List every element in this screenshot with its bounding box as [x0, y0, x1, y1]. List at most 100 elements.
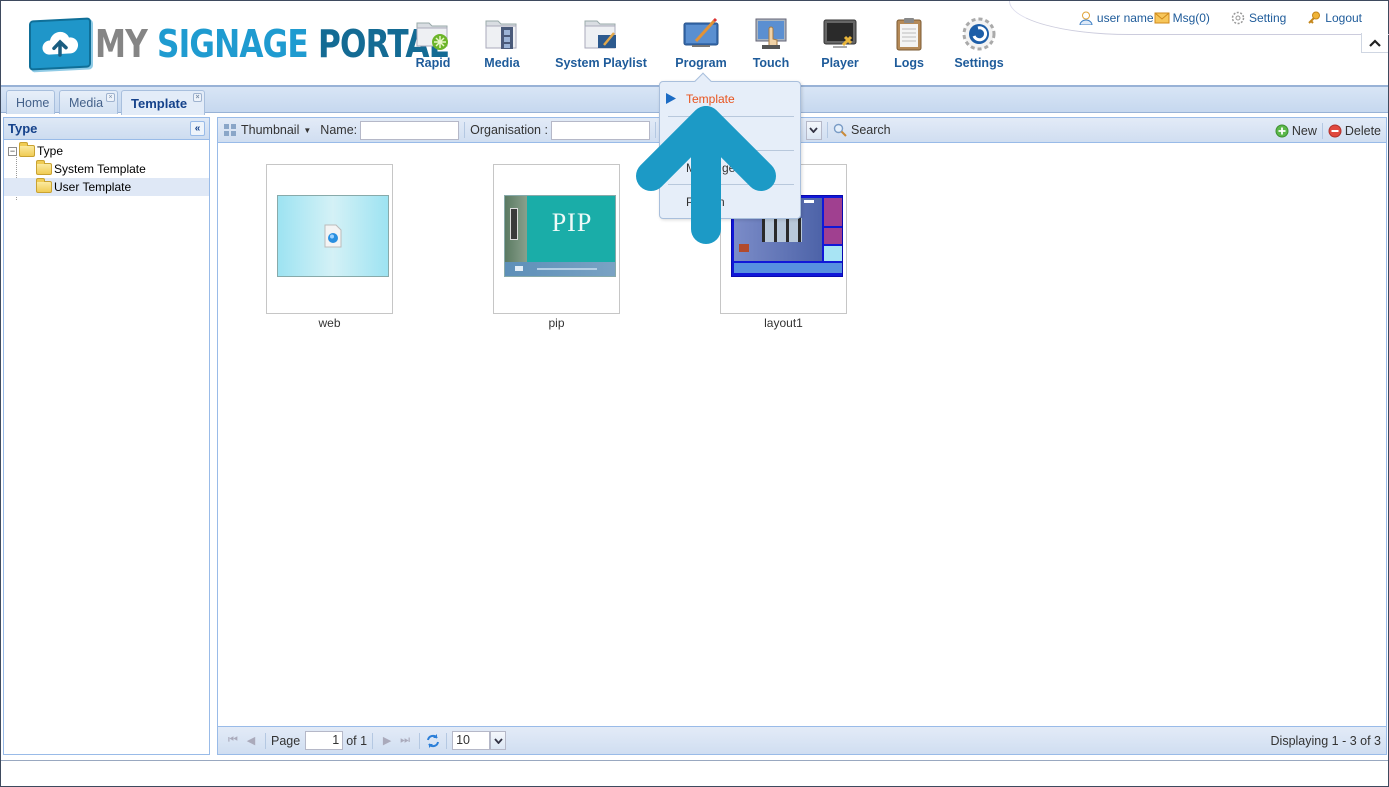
menu-item-label: P	[686, 194, 695, 209]
pager-separator	[446, 732, 448, 749]
nav-settings[interactable]: Settings	[941, 15, 1017, 70]
search-label: Search	[850, 123, 891, 137]
menu-item-template[interactable]: Template	[666, 82, 796, 115]
pip-preview-text: PIP	[551, 208, 593, 237]
tab-media[interactable]: Media ×	[59, 90, 118, 114]
panel-title: Type	[8, 121, 38, 136]
template-panel: Thumbnail ▼ Name: Organisation : R Searc…	[217, 117, 1387, 755]
menu-item-2[interactable]	[666, 117, 796, 150]
view-mode-button[interactable]: Thumbnail ▼	[223, 123, 311, 137]
setting-link[interactable]: Setting	[1230, 11, 1286, 25]
page-total-label: of 1	[346, 733, 368, 748]
page-number-input[interactable]: 1	[305, 731, 344, 750]
user-link[interactable]: user name	[1078, 11, 1154, 25]
pagination-bar: ⏮ ◀ Page 1 of 1 ▶ ⏭ 10 Displaying 1 - 3 …	[218, 726, 1386, 754]
key-icon	[1308, 11, 1321, 24]
menu-item-4[interactable]: P n	[666, 185, 796, 218]
gear-icon	[1231, 11, 1245, 25]
delete-label: Delete	[1344, 123, 1381, 138]
tab-template[interactable]: Template ×	[121, 90, 205, 115]
delete-button[interactable]: Delete	[1328, 124, 1381, 138]
nav-label: Touch	[752, 56, 790, 70]
username: user name	[1096, 11, 1154, 25]
program-icon	[683, 17, 719, 47]
collapse-node-icon[interactable]: −	[8, 146, 17, 156]
folder-icon	[36, 160, 52, 175]
collapse-header-button[interactable]	[1361, 33, 1388, 53]
logout-link[interactable]: Logout	[1306, 11, 1362, 25]
nav-system-playlist[interactable]: System Playlist	[547, 15, 655, 70]
template-name: layout1	[764, 316, 803, 330]
page-size-dropdown-button[interactable]	[490, 731, 507, 750]
messages-link[interactable]: Msg(0)	[1154, 11, 1210, 25]
tree-node-label: System Template	[54, 162, 146, 176]
type-panel: Type « − Type System Template User Templ…	[3, 117, 210, 755]
collapse-panel-icon[interactable]: «	[190, 121, 205, 136]
nav-label: Program	[675, 56, 727, 70]
nav-media[interactable]: Media	[465, 15, 539, 70]
nav-label: Player	[821, 56, 859, 70]
touch-icon	[755, 18, 787, 49]
toolbar-separator	[464, 122, 466, 138]
main-nav: Rapid Media System Playlist Program Touc…	[401, 15, 1017, 70]
last-page-button[interactable]: ⏭	[396, 732, 414, 750]
setting-label: Setting	[1248, 11, 1287, 25]
tree-node-system-template[interactable]: System Template	[4, 160, 209, 178]
messages-count: Msg(0)	[1172, 11, 1210, 25]
template-name: web	[318, 316, 341, 330]
nav-logs[interactable]: Logs	[877, 15, 941, 70]
chevron-down-icon	[493, 737, 503, 744]
pip-ticker	[505, 262, 615, 276]
resolution-select-trigger[interactable]	[805, 120, 822, 140]
menu-item-manage[interactable]: M ge	[666, 151, 796, 184]
tree-node-user-template[interactable]: User Template	[4, 178, 209, 196]
nav-label: Rapid	[415, 56, 451, 70]
tab-label: Media	[69, 95, 104, 110]
page-size-select[interactable]: 10	[452, 731, 491, 750]
close-tab-icon[interactable]: ×	[193, 93, 202, 102]
organisation-input[interactable]	[550, 120, 650, 140]
search-button[interactable]: Search	[833, 123, 891, 137]
new-label: New	[1291, 123, 1317, 138]
web-file-icon	[324, 224, 342, 248]
cloud-upload-icon	[29, 17, 91, 71]
template-card-pip[interactable]: PIP	[493, 164, 620, 314]
tab-home[interactable]: Home	[6, 90, 55, 114]
add-icon	[1275, 124, 1289, 137]
folder-icon	[36, 178, 52, 193]
nav-player[interactable]: Player	[803, 15, 877, 70]
header: MY SIGNAGE PORTAL Rapid Media System Pla…	[1, 1, 1389, 85]
settings-icon	[962, 17, 996, 51]
first-page-button[interactable]: ⏮	[224, 732, 242, 750]
pager-separator	[419, 732, 421, 749]
display-info: Displaying 1 - 3 of 3	[1270, 733, 1381, 748]
close-tab-icon[interactable]: ×	[106, 93, 115, 102]
tree-node-label: User Template	[54, 180, 132, 194]
layout1-ticker	[734, 263, 842, 273]
tree-node-root[interactable]: − Type	[4, 142, 209, 160]
system-playlist-icon	[584, 20, 616, 49]
name-input[interactable]	[360, 120, 460, 140]
thumbnail-grid-icon	[224, 124, 236, 136]
new-button[interactable]: New	[1275, 124, 1317, 138]
prev-page-button[interactable]: ◀	[242, 732, 260, 750]
search-icon	[833, 123, 847, 137]
nav-program[interactable]: Program	[663, 15, 739, 70]
toolbar-actions: New Delete	[1275, 118, 1381, 143]
rapid-folder-icon	[416, 22, 448, 50]
user-bar: user name Msg(0) Setting Logout	[1078, 11, 1362, 25]
organisation-label: Organisation :	[470, 123, 548, 137]
next-page-button[interactable]: ▶	[378, 732, 396, 750]
logs-icon	[896, 18, 922, 51]
template-card-web[interactable]	[266, 164, 393, 314]
media-folder-icon	[485, 20, 517, 49]
nav-rapid[interactable]: Rapid	[401, 15, 465, 70]
logout-label: Logout	[1325, 11, 1362, 25]
logo-my: MY	[95, 22, 148, 66]
menu-item-label: n	[718, 194, 725, 209]
type-panel-header: Type «	[4, 118, 209, 140]
refresh-icon[interactable]	[425, 733, 441, 749]
nav-label: Settings	[954, 56, 1004, 70]
nav-touch[interactable]: Touch	[739, 15, 803, 70]
toolbar-separator	[826, 122, 828, 138]
